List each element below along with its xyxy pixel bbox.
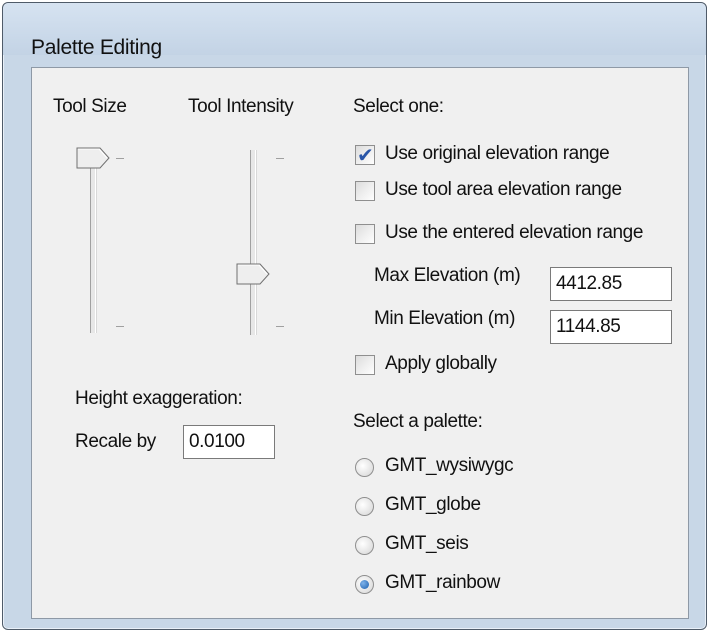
radio-label: GMT_globe <box>385 494 481 515</box>
radio-button[interactable] <box>355 458 374 477</box>
max-elevation-input[interactable] <box>550 267 672 301</box>
radio-label: GMT_seis <box>385 533 469 554</box>
checkbox-box[interactable] <box>355 181 375 201</box>
tool-size-track[interactable] <box>90 148 96 333</box>
min-elevation-label: Min Elevation (m) <box>374 308 516 329</box>
height-exaggeration-label: Height exaggeration: <box>75 388 243 409</box>
tool-size-label: Tool Size <box>53 96 127 117</box>
radio-label: GMT_rainbow <box>385 572 500 593</box>
checkbox-label: Apply globally <box>385 353 497 374</box>
tool-intensity-thumb[interactable] <box>236 263 270 285</box>
radio-button[interactable] <box>355 536 374 555</box>
tool-intensity-track[interactable] <box>250 150 256 335</box>
select-palette-label: Select a palette: <box>353 411 483 432</box>
window-title: Palette Editing <box>31 36 162 59</box>
checkbox-label: Use the entered elevation range <box>385 222 644 243</box>
radio-button[interactable] <box>355 497 374 516</box>
rescale-label: Recale by <box>75 431 156 452</box>
radio-label: GMT_wysiwygc <box>385 455 514 476</box>
checkbox-box[interactable]: ✔ <box>355 143 375 167</box>
tool-intensity-label: Tool Intensity <box>188 96 294 117</box>
tool-size-thumb[interactable] <box>76 147 110 169</box>
max-elevation-label: Max Elevation (m) <box>374 265 521 286</box>
select-one-label: Select one: <box>353 96 444 117</box>
dialog-body: Tool Size Tool Intensity Height exaggera… <box>31 67 689 619</box>
rescale-input[interactable] <box>183 425 275 459</box>
title-bar[interactable]: Palette Editing <box>3 3 706 59</box>
palette-editing-window: Palette Editing Tool Size Tool Intensity <box>2 2 707 630</box>
tool-intensity-tick-top <box>276 158 284 159</box>
checkbox-label: Use original elevation range <box>385 143 610 164</box>
tool-size-tick-top <box>116 158 124 159</box>
min-elevation-input[interactable] <box>550 310 672 344</box>
checkbox-box[interactable] <box>355 355 375 375</box>
checkbox-label: Use tool area elevation range <box>385 179 622 200</box>
radio-button[interactable] <box>355 575 374 594</box>
radio-selected-dot <box>360 580 369 589</box>
check-mark-icon: ✔ <box>357 143 374 167</box>
checkbox-box[interactable] <box>355 224 375 244</box>
tool-size-tick-bottom <box>116 326 124 327</box>
tool-intensity-tick-bottom <box>276 326 284 327</box>
